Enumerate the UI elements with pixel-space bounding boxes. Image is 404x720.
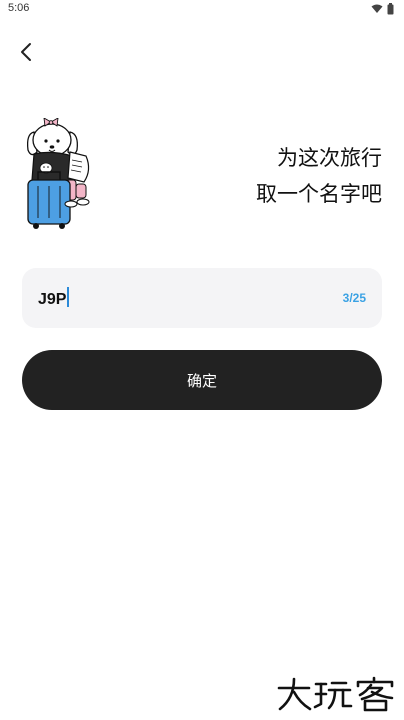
trip-name-field[interactable]: J9P 3/25 — [22, 268, 382, 328]
battery-icon — [387, 3, 394, 15]
confirm-button[interactable]: 确定 — [22, 350, 382, 410]
status-bar: 5:06 — [0, 0, 404, 20]
chevron-left-icon — [21, 43, 31, 61]
prompt-line-2: 取一个名字吧 — [256, 182, 382, 206]
dog-with-suitcase-illustration — [26, 118, 90, 229]
status-icons — [371, 3, 394, 15]
character-counter: 3/25 — [342, 291, 366, 305]
back-button[interactable] — [14, 40, 38, 64]
prompt-line-1: 为这次旅行 — [277, 146, 382, 170]
trip-name-input[interactable]: J9P — [38, 287, 70, 309]
watermark-logo — [277, 676, 394, 712]
text-caret — [67, 287, 70, 307]
trip-name-prompt: 为这次旅行 取一个名字吧 — [256, 140, 382, 212]
status-time: 5:06 — [8, 2, 30, 14]
trip-name-value: J9P — [38, 291, 67, 308]
wifi-icon — [371, 4, 383, 13]
